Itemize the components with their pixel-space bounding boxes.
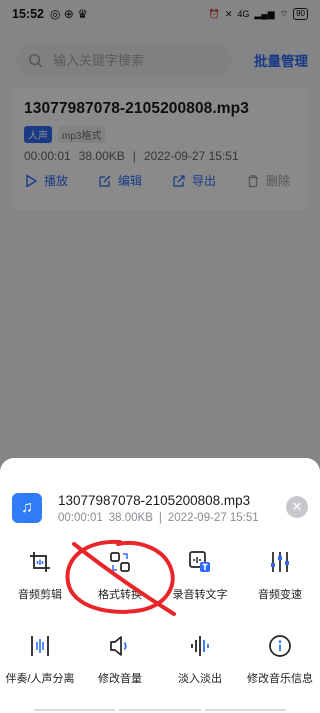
tool-label: 淡入淡出 (178, 673, 222, 685)
sheet-header: ♫ 13077987078-2105200808.mp3 00:00:01 38… (12, 488, 308, 528)
info-icon (266, 632, 294, 660)
tool-label: 录音转文字 (172, 589, 228, 601)
sheet-date: 2022-09-27 15:51 (167, 511, 259, 524)
tool-volume[interactable]: 修改音量 (80, 632, 160, 698)
speed-sliders-icon (266, 548, 294, 576)
tool-label: 音频剪辑 (18, 589, 62, 601)
tool-music-info[interactable]: 修改音乐信息 (240, 632, 320, 698)
red-cross-annotation (65, 539, 176, 616)
volume-icon (106, 632, 134, 660)
sheet-size: 38.00KB (108, 511, 153, 524)
sheet-separator: | (158, 511, 162, 524)
tool-label: 音频变速 (258, 589, 302, 601)
home-indicator (34, 709, 286, 711)
tool-vocal-separation[interactable]: 伴奏/人声分离 (0, 632, 80, 698)
sheet-duration: 00:00:01 (58, 511, 103, 524)
close-button[interactable]: ✕ (286, 496, 308, 518)
split-icon (26, 632, 54, 660)
tool-fade[interactable]: 淡入淡出 (160, 632, 240, 698)
tool-label: 修改音乐信息 (247, 673, 313, 685)
tool-label: 伴奏/人声分离 (5, 673, 75, 685)
tool-audio-speed[interactable]: 音频变速 (240, 548, 320, 614)
music-file-icon: ♫ (12, 493, 42, 523)
crop-icon (26, 548, 54, 576)
tool-label: 修改音量 (98, 673, 142, 685)
waveform-icon (186, 632, 214, 660)
speech-to-text-icon (186, 548, 214, 576)
sheet-file-name: 13077987078-2105200808.mp3 (58, 492, 251, 508)
